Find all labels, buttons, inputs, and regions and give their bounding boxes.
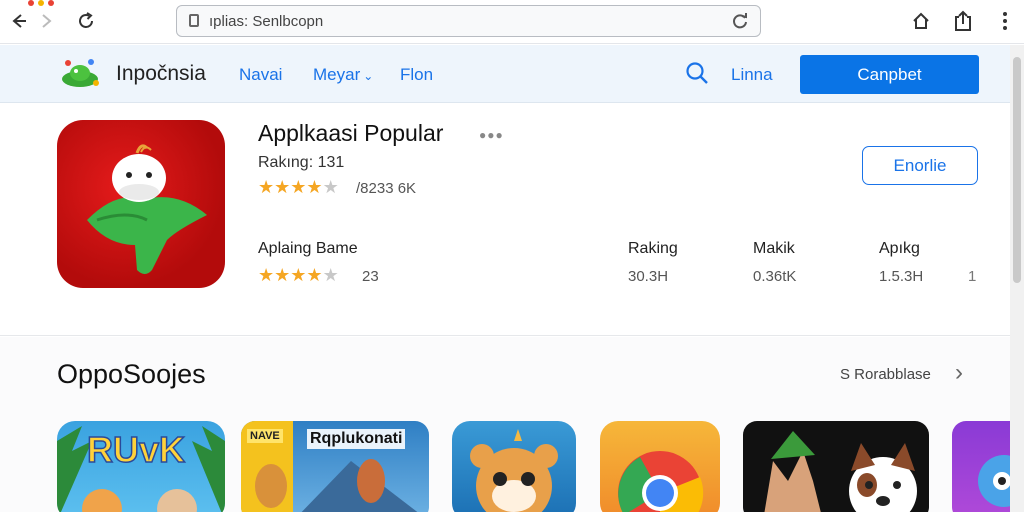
section-title: OppoSoojes — [57, 359, 206, 389]
star-icon: ★ — [274, 265, 291, 285]
meta-value-makik: 0.36tK — [753, 268, 797, 285]
nav-item-meyar[interactable]: Meyar ⌄ — [313, 65, 373, 85]
back-arrow-icon[interactable] — [4, 8, 32, 34]
tile-badge: NAVE — [247, 429, 283, 443]
address-bar[interactable]: ıplias: Senlbcopn — [176, 5, 761, 37]
featured-ranking: Rakıng: 131 — [258, 154, 345, 171]
star-icon: ★ — [306, 265, 323, 285]
address-refresh-icon[interactable] — [730, 11, 750, 36]
share-icon[interactable] — [950, 8, 976, 34]
kebab-menu-icon[interactable] — [992, 8, 1018, 34]
featured-app-icon[interactable] — [57, 120, 225, 288]
star-icon: ★ — [322, 177, 339, 197]
featured-app-card: Applkaasi Popular ●●● Rakıng: 131 ★★★★★ … — [0, 104, 1010, 336]
forward-arrow-icon[interactable] — [32, 8, 60, 34]
meta-rating-stars: ★★★★★ — [258, 265, 339, 286]
meta-extra-value: 1 — [968, 268, 977, 285]
app-tile-chrome[interactable] — [600, 421, 720, 512]
rating-stars: ★★★★★ — [258, 177, 339, 198]
brand-logo-icon[interactable] — [58, 55, 102, 91]
app-tile-animal-friends[interactable] — [743, 421, 929, 512]
star-icon: ★ — [322, 265, 339, 285]
reload-icon[interactable] — [72, 8, 100, 34]
app-tile-ruvk[interactable]: RUvK — [57, 421, 225, 512]
scrollbar-thumb[interactable] — [1013, 57, 1021, 283]
page-scrollbar[interactable] — [1010, 45, 1024, 512]
app-tile-rqplukonati[interactable]: NAVE Rqplukonati — [241, 421, 429, 512]
nav-item-meyar-label: Meyar — [313, 65, 361, 84]
login-link[interactable]: Linna — [731, 65, 773, 85]
site-header: Inpočnsia Navai Meyar ⌄ Flon Linna Canpbe… — [0, 45, 1010, 103]
meta-label-category: Aplaing Bame — [258, 240, 358, 257]
install-button[interactable]: Enorlie — [862, 146, 978, 185]
share-dots-icon[interactable]: ●●● — [479, 128, 504, 142]
chevron-right-icon[interactable]: › — [955, 359, 963, 387]
meta-label-size: Apıkg — [879, 240, 920, 257]
meta-label-ranking: Raking — [628, 240, 678, 257]
search-icon[interactable] — [685, 61, 708, 84]
apps-section: OppoSoojes S Rorabblase › RUvK NAVE Rqpl… — [0, 337, 1010, 512]
star-icon: ★ — [258, 177, 275, 197]
review-count: /8233 6K — [356, 180, 417, 197]
star-icon: ★ — [290, 265, 307, 285]
meta-value-ranking: 30.3H — [628, 268, 669, 285]
app-tile-cute-animal[interactable] — [452, 421, 576, 512]
tile-label-rqplukonati: Rqplukonati — [307, 429, 406, 449]
lock-icon — [189, 14, 199, 27]
star-icon: ★ — [274, 177, 291, 197]
see-all-link[interactable]: S Rorabblase — [840, 366, 931, 383]
nav-item-flon[interactable]: Flon — [400, 65, 433, 85]
window-dots — [28, 0, 56, 8]
chevron-down-icon: ⌄ — [363, 69, 374, 83]
brand-name[interactable]: Inpočnsia — [116, 62, 206, 86]
tile-label-ruvk: RUvK — [86, 428, 186, 471]
meta-rating-count: 23 — [362, 268, 379, 285]
star-icon: ★ — [306, 177, 323, 197]
meta-label-makik: Makik — [753, 240, 795, 257]
app-tile-purple[interactable] — [952, 421, 1010, 512]
meta-value-size: 1.5.3H — [879, 268, 924, 285]
address-url: ıplias: Senlbcopn — [209, 13, 324, 30]
browser-toolbar: ıplias: Senlbcopn — [0, 0, 1024, 44]
cta-button[interactable]: Canpbet — [800, 55, 979, 94]
star-icon: ★ — [258, 265, 275, 285]
home-icon[interactable] — [908, 8, 934, 34]
star-icon: ★ — [290, 177, 307, 197]
nav-item-navai[interactable]: Navai — [239, 65, 282, 85]
featured-app-title: Applkaasi Popular — [258, 120, 444, 146]
